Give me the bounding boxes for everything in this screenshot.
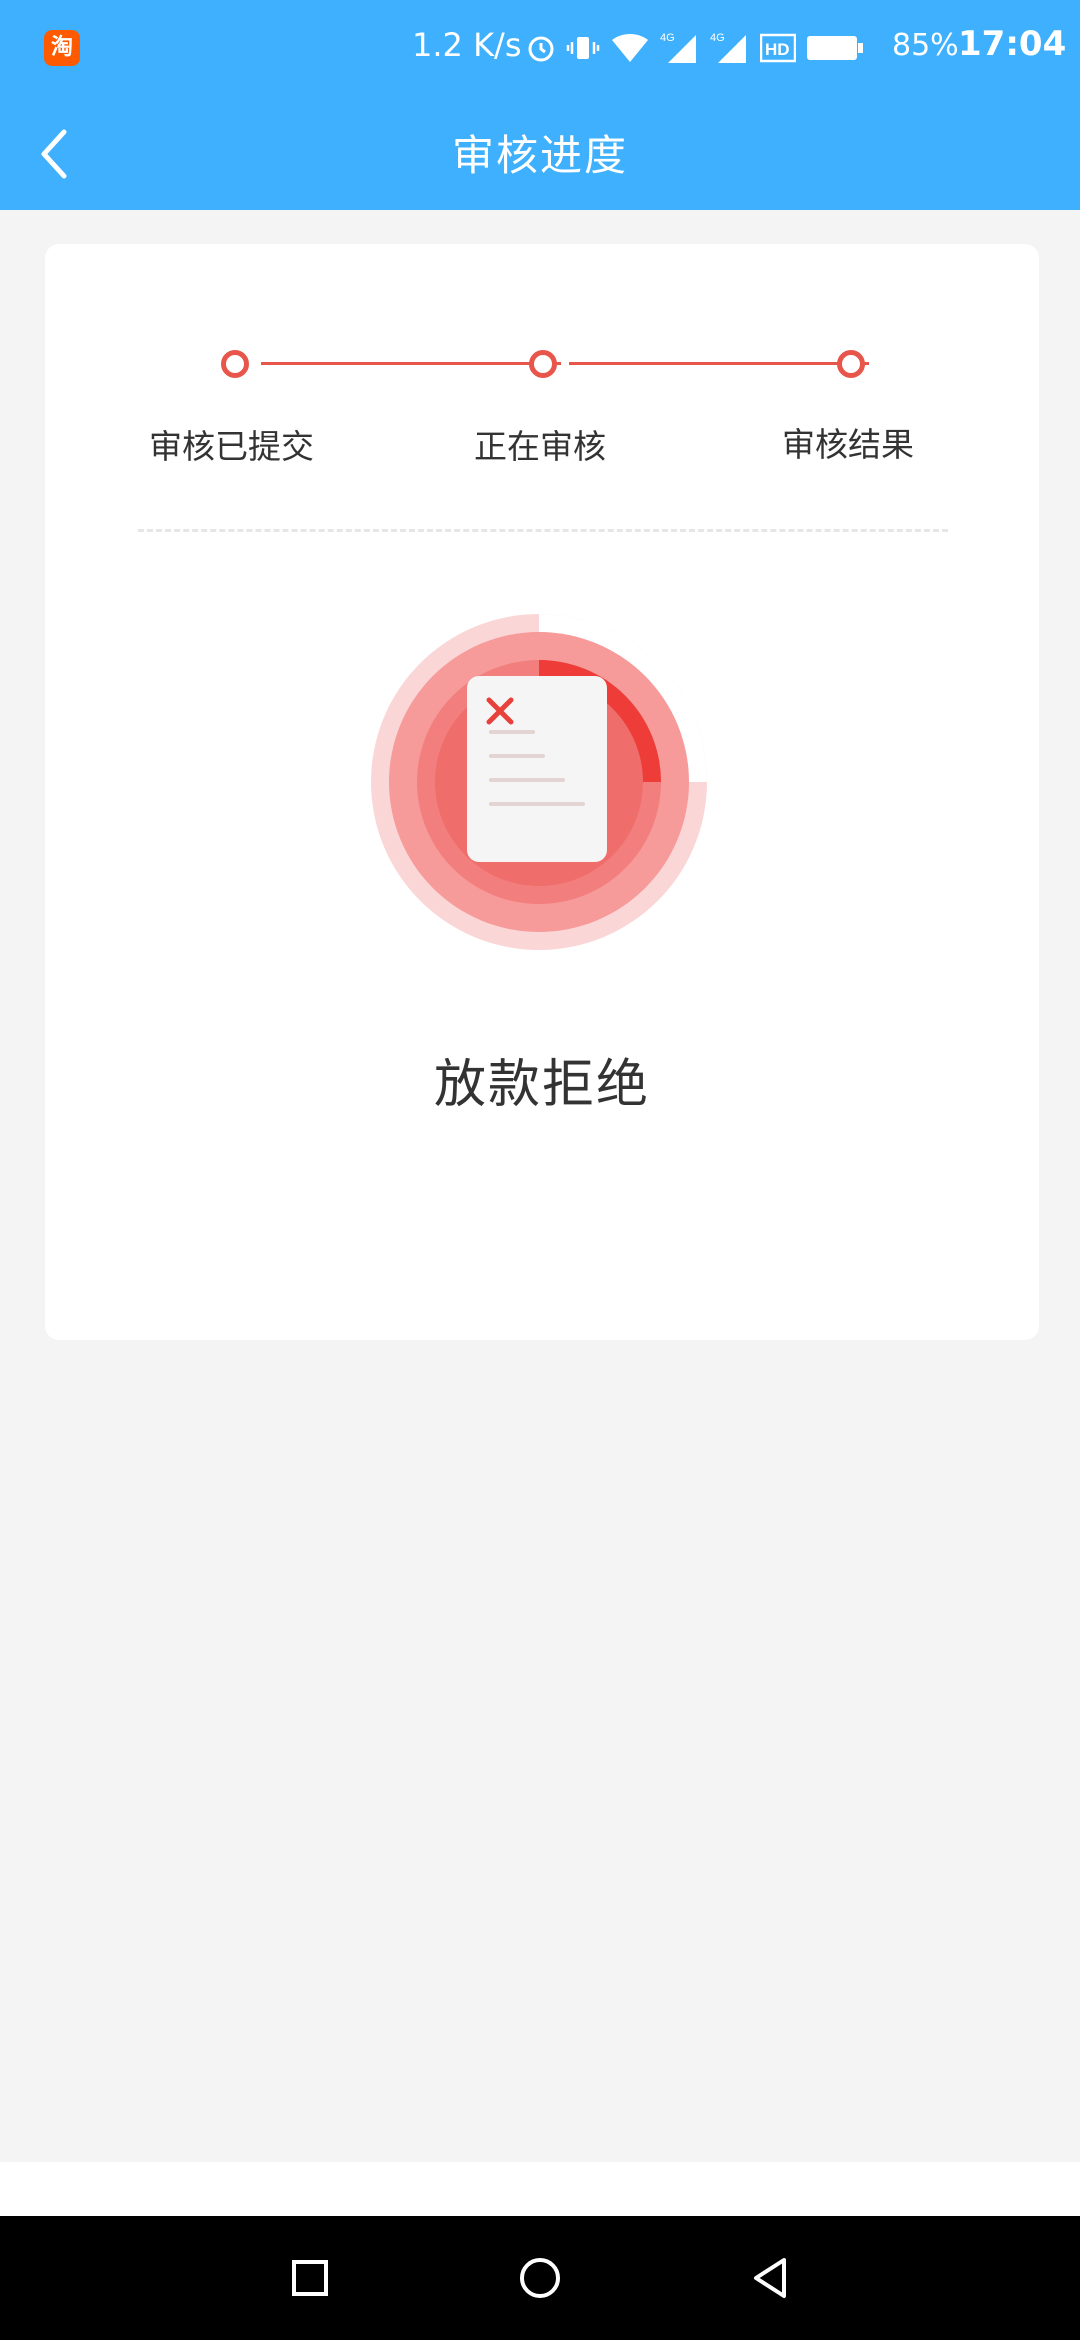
step-2-dot — [529, 350, 557, 378]
wifi-icon — [612, 34, 648, 62]
vibrate-icon — [566, 37, 600, 59]
signal-4g-icon: 4G — [710, 32, 746, 63]
result-status-text: 放款拒绝 — [433, 1055, 650, 1115]
svg-text:4G: 4G — [660, 32, 675, 44]
app-header: 淘 1.2 K/s 4G 4G HD 85% 17:04 审核进度 — [0, 0, 1080, 210]
hd-icon: HD — [760, 33, 796, 63]
progress-card: 审核已提交 正在审核 审核结果 放款拒绝 — [45, 244, 1039, 1340]
circle-icon — [520, 2258, 560, 2298]
battery-percent: 85% — [892, 28, 959, 63]
step-connector-2 — [569, 362, 869, 365]
rejected-document-icon — [371, 614, 707, 950]
clock: 17:04 — [958, 24, 1067, 64]
alarm-icon — [528, 36, 554, 62]
status-icons: 4G 4G HD — [526, 28, 864, 68]
svg-text:HD: HD — [765, 40, 790, 59]
battery-icon — [807, 36, 863, 60]
step-1-dot — [221, 350, 249, 378]
svg-text:4G: 4G — [710, 32, 725, 44]
system-nav-bar — [0, 2216, 1080, 2340]
triangle-back-icon — [754, 2258, 786, 2298]
step-connector-1 — [261, 362, 561, 365]
home-button[interactable] — [510, 2248, 570, 2308]
bottom-strip — [0, 2162, 1080, 2216]
taobao-app-icon: 淘 — [44, 30, 80, 66]
dashed-divider — [138, 529, 948, 532]
step-3-dot — [837, 350, 865, 378]
step-3-label: 审核结果 — [782, 425, 914, 464]
recent-apps-button[interactable] — [280, 2248, 340, 2308]
signal-4g-icon: 4G — [660, 32, 696, 63]
page-title: 审核进度 — [451, 131, 628, 180]
step-1-label: 审核已提交 — [149, 427, 314, 466]
square-icon — [292, 2260, 328, 2296]
network-speed: 1.2 K/s — [412, 26, 522, 64]
nav-back-button[interactable] — [740, 2248, 800, 2308]
status-bar: 淘 1.2 K/s 4G 4G HD 85% 17:04 — [0, 0, 1080, 96]
step-2-label: 正在审核 — [474, 427, 606, 466]
